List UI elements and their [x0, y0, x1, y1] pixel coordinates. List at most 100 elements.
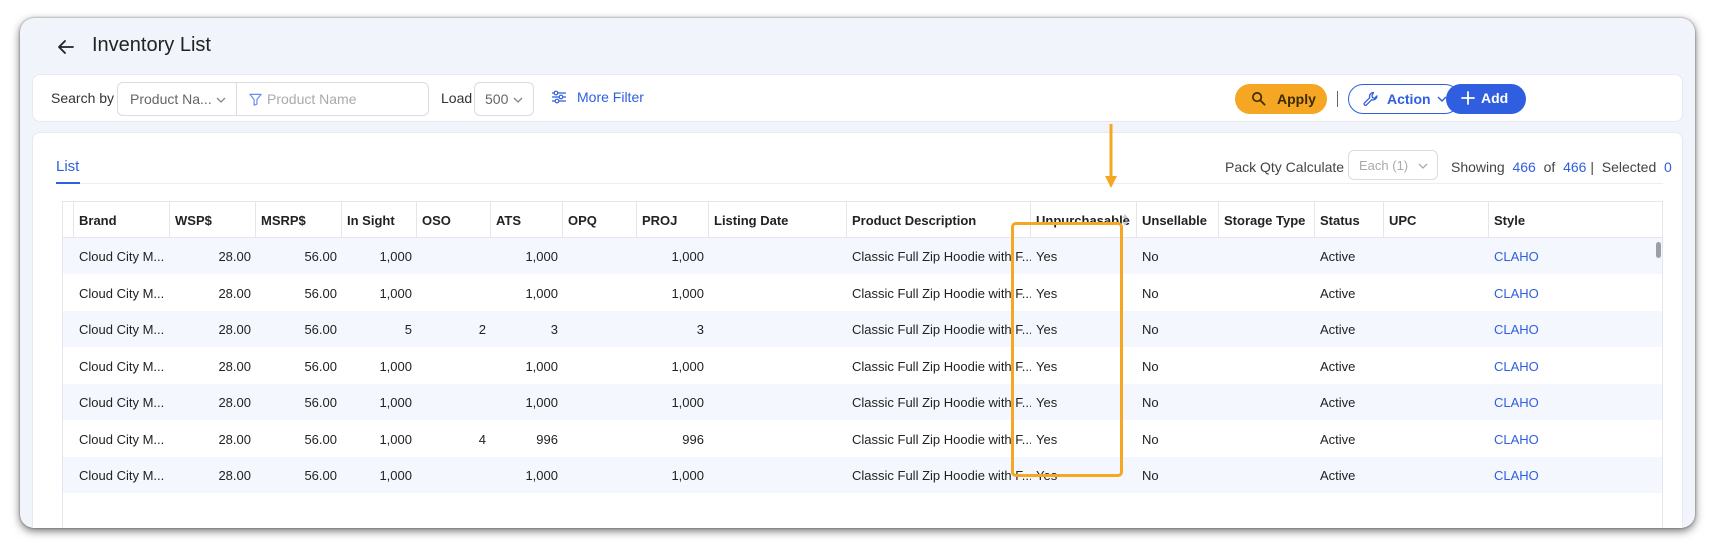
search-placeholder: Product Name: [267, 91, 357, 107]
column-header-unsellable[interactable]: Unsellable: [1137, 202, 1219, 238]
load-value: 500: [485, 91, 509, 107]
back-arrow-icon[interactable]: [56, 37, 76, 57]
pack-qty-select[interactable]: Each (1): [1348, 150, 1438, 180]
cell-wsp: 28.00: [218, 431, 251, 447]
column-header-label: ATS: [496, 213, 522, 228]
cell-description: Classic Full Zip Hoodie with F...: [852, 285, 1031, 301]
cell-unsellable: No: [1142, 431, 1159, 447]
cell-proj: 1,000: [671, 358, 704, 374]
column-header-wsp[interactable]: WSP$: [170, 202, 256, 238]
column-header-description[interactable]: Product Description: [847, 202, 1031, 238]
cell-description: Classic Full Zip Hoodie with F...: [852, 358, 1031, 374]
cell-style[interactable]: CLAHO: [1489, 311, 1662, 347]
cell-unpurchasable: Yes: [1036, 249, 1058, 264]
cell-status: Active: [1320, 285, 1356, 301]
column-header-oso[interactable]: OSO: [417, 202, 491, 238]
cell-msrp: 56.00: [304, 468, 337, 483]
column-header-msrp[interactable]: MSRP$: [256, 202, 342, 238]
cell-unsellable: No: [1142, 395, 1159, 410]
table-row[interactable]: Cloud City M... 28.00 56.00 5 2 3 3 Classic Ful…: [63, 311, 1662, 347]
cell-in-sight: 1,000: [379, 249, 412, 264]
toolbar-separator: [1337, 91, 1338, 107]
column-header-opq[interactable]: OPQ: [563, 202, 637, 238]
cell-opq: [563, 384, 637, 420]
cell-style[interactable]: CLAHO: [1489, 384, 1662, 420]
cell-unpurchasable: Yes: [1036, 358, 1058, 374]
plus-icon: [1461, 91, 1475, 105]
sort-icon[interactable]: [1120, 212, 1130, 228]
column-header-status[interactable]: Status: [1315, 202, 1384, 238]
cell-msrp: 56.00: [304, 395, 337, 410]
table-row[interactable]: Cloud City M... 28.00 56.00 1,000 1,000 1,000…: [63, 275, 1662, 311]
cell-status: Active: [1320, 322, 1356, 337]
search-input[interactable]: Product Name: [237, 82, 429, 116]
more-filter-label: More Filter: [577, 89, 644, 105]
cell-description: Classic Full Zip Hoodie with F...: [852, 322, 1031, 337]
apply-button[interactable]: Apply: [1235, 84, 1327, 114]
column-header-upc[interactable]: UPC: [1384, 202, 1489, 238]
cell-msrp: 56.00: [304, 322, 337, 337]
column-header-style[interactable]: Style: [1489, 202, 1662, 238]
cell-style[interactable]: CLAHO: [1489, 348, 1662, 384]
column-header-storage-type[interactable]: Storage Type: [1219, 202, 1315, 238]
table-row[interactable]: Cloud City M... 28.00 56.00 1,000 1,000 1,000…: [63, 457, 1662, 493]
cell-listing-date: [709, 384, 847, 420]
search-by-select[interactable]: Product Na...: [117, 82, 237, 116]
cell-description: Classic Full Zip Hoodie with F...: [852, 431, 1031, 447]
column-header-brand[interactable]: Brand: [74, 202, 170, 238]
column-header-label: Product Description: [852, 213, 977, 228]
cell-description: Classic Full Zip Hoodie with F...: [852, 395, 1031, 410]
cell-opq: [563, 457, 637, 493]
cell-style[interactable]: CLAHO: [1489, 275, 1662, 311]
cell-ats: 1,000: [525, 249, 558, 264]
cell-storage-type: [1219, 311, 1315, 347]
table-row[interactable]: Cloud City M... 28.00 56.00 1,000 1,000 1,000…: [63, 384, 1662, 420]
table-row[interactable]: Cloud City M... 28.00 56.00 1,000 4 996 996 Cla…: [63, 421, 1662, 457]
cell-brand: Cloud City M...: [79, 358, 165, 374]
cell-style[interactable]: CLAHO: [1489, 421, 1662, 457]
cell-opq: [563, 311, 637, 347]
showing-count: 466: [1512, 159, 1536, 175]
cell-unpurchasable: Yes: [1036, 395, 1058, 410]
cell-upc: [1384, 384, 1489, 420]
cell-style[interactable]: CLAHO: [1489, 457, 1662, 493]
funnel-icon: [249, 93, 262, 106]
scrollbar-thumb[interactable]: [1656, 242, 1661, 258]
tab-active-indicator: [56, 182, 80, 184]
column-header-ats[interactable]: ATS: [491, 202, 563, 238]
action-button[interactable]: Action: [1348, 84, 1460, 114]
cell-storage-type: [1219, 275, 1315, 311]
column-header-listing-date[interactable]: Listing Date: [709, 202, 847, 238]
cell-storage-type: [1219, 384, 1315, 420]
more-filter-button[interactable]: More Filter: [552, 89, 644, 105]
column-header-label: WSP$: [175, 213, 212, 228]
cell-msrp: 56.00: [304, 431, 337, 447]
cell-brand: Cloud City M...: [79, 322, 165, 337]
cell-in-sight: 1,000: [379, 285, 412, 301]
apply-label: Apply: [1277, 91, 1316, 107]
cell-style[interactable]: CLAHO: [1489, 238, 1662, 274]
load-label: Load: [441, 90, 473, 106]
cell-status: Active: [1320, 468, 1356, 483]
column-header-in-sight[interactable]: In Sight: [342, 202, 417, 238]
cell-ats: 1,000: [525, 285, 558, 301]
load-select[interactable]: 500: [474, 82, 534, 116]
chevron-down-icon: [1418, 163, 1428, 169]
cell-brand: Cloud City M...: [79, 468, 165, 483]
chevron-down-icon: [216, 97, 226, 103]
search-icon: [1252, 92, 1266, 106]
table-row[interactable]: Cloud City M... 28.00 56.00 1,000 1,000 1,000…: [63, 348, 1662, 384]
list-panel: List Pack Qty Calculate Each (1) Showing…: [32, 132, 1683, 528]
tab-list[interactable]: List: [56, 158, 79, 175]
cell-wsp: 28.00: [218, 468, 251, 483]
column-header-unpurchasable[interactable]: Unpurchasable: [1031, 202, 1137, 238]
cell-upc: [1384, 238, 1489, 274]
cell-unsellable: No: [1142, 468, 1159, 483]
column-header-label: MSRP$: [261, 213, 306, 228]
table-row[interactable]: Cloud City M... 28.00 56.00 1,000 1,000 1,000…: [63, 238, 1662, 274]
add-button[interactable]: Add: [1446, 84, 1526, 114]
cell-ats: 1,000: [525, 395, 558, 410]
column-header-proj[interactable]: PROJ: [637, 202, 709, 238]
cell-storage-type: [1219, 238, 1315, 274]
column-header-label: UPC: [1389, 213, 1417, 228]
